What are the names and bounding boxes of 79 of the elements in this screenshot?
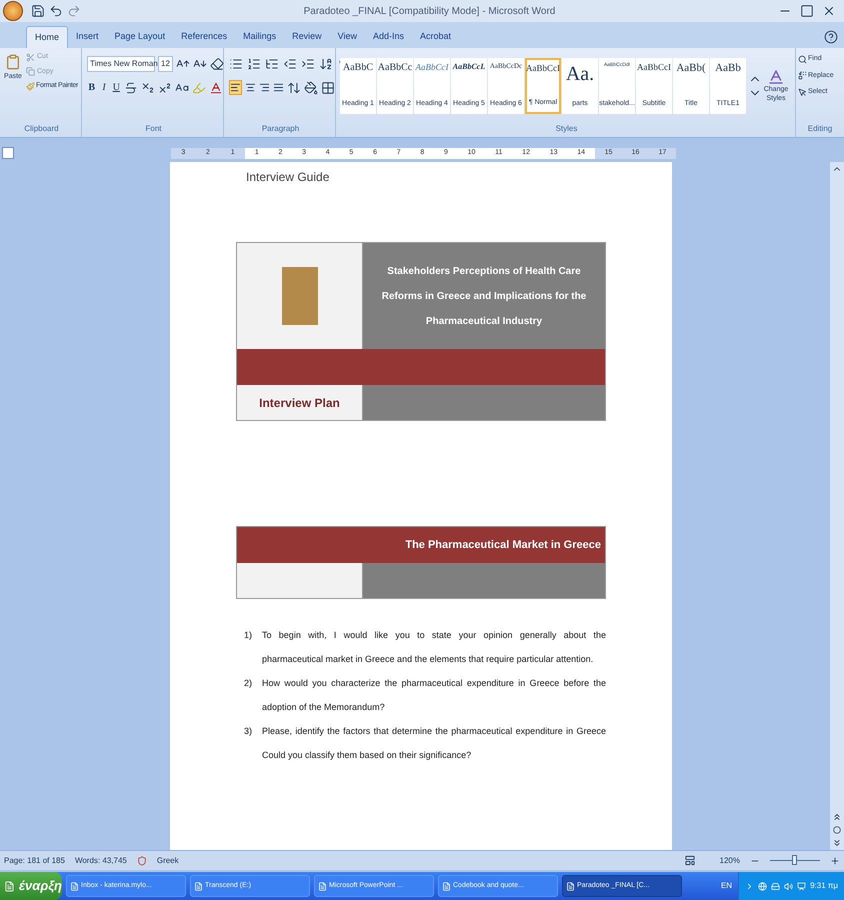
- input-language[interactable]: EN: [720, 880, 732, 892]
- group-label: Clipboard: [23, 123, 60, 135]
- underline-button[interactable]: U: [112, 80, 121, 95]
- strikethrough-icon[interactable]: [124, 80, 138, 94]
- increase-indent-icon[interactable]: [301, 57, 315, 71]
- ribbon-tab[interactable]: Insert: [68, 26, 107, 48]
- list-number: 2): [244, 677, 254, 690]
- borders-icon[interactable]: [321, 80, 335, 94]
- document-title: Stakeholders Perceptions of Health Care Reforms in Greece and Implications for the Pharmaceutical Industry: [380, 264, 588, 328]
- app-icon: [442, 882, 451, 890]
- zoom-in-icon[interactable]: [830, 856, 840, 866]
- superscript-icon[interactable]: [158, 80, 172, 94]
- photo-placeholder: [282, 267, 318, 325]
- monitor-icon[interactable]: [797, 882, 806, 890]
- zoom-slider-thumb[interactable]: [792, 855, 797, 865]
- ribbon-tab[interactable]: Review: [284, 26, 330, 48]
- ribbon-tab[interactable]: Acrobat: [412, 26, 460, 48]
- table-cell-text: Interview Plan: [259, 394, 340, 412]
- cursor-icon: [798, 88, 807, 97]
- sort-icon[interactable]: [319, 57, 333, 71]
- app-icon: [194, 882, 203, 890]
- align-button[interactable]: [229, 80, 242, 95]
- question-text: To begin with, I would like you to state your opinion generally about the pharmaceutical market in Greece and the elements that require particular attention.: [262, 629, 606, 666]
- app-icon: [566, 882, 575, 890]
- restore-icon[interactable]: [800, 4, 814, 18]
- ribbon-tab[interactable]: Page Layout: [106, 26, 174, 48]
- shading-icon[interactable]: [304, 80, 318, 94]
- font-size-field[interactable]: 12: [158, 56, 173, 72]
- browse-object-icon[interactable]: [833, 826, 841, 834]
- app-icon: [318, 882, 327, 890]
- question-text: Please, identify the factors that determine the pharmaceutical expenditure in Greece Could you classify them based on their significance?: [262, 725, 606, 762]
- window-title: Paradoteo _FINAL [Compatibility Mode] - Microsoft Word: [302, 4, 556, 18]
- group-label: Styles: [554, 123, 578, 135]
- line-spacing-icon[interactable]: [287, 80, 301, 94]
- app-icon: [70, 882, 79, 890]
- list-number: 1): [244, 629, 254, 642]
- next-page-icon[interactable]: [832, 838, 842, 848]
- ribbon-tab[interactable]: View: [330, 26, 365, 48]
- page-count[interactable]: Page: 181 of 185: [4, 854, 65, 866]
- scissors-icon: [26, 52, 35, 62]
- font-name-field[interactable]: Times New Roman: [87, 56, 155, 72]
- device-icon[interactable]: [771, 882, 780, 890]
- ribbon-tab[interactable]: References: [173, 26, 236, 48]
- ribbon-tab[interactable]: Home: [26, 26, 68, 48]
- help-icon[interactable]: [824, 30, 838, 44]
- page-header: Interview Guide: [245, 169, 330, 186]
- copy-icon: [26, 67, 35, 76]
- decrease-indent-icon[interactable]: [283, 57, 297, 71]
- zoom-level[interactable]: 120%: [720, 854, 740, 866]
- close-icon[interactable]: [822, 4, 836, 18]
- proofing-icon[interactable]: [136, 856, 147, 866]
- group-label: Font: [144, 123, 162, 135]
- tab-selector-icon[interactable]: [2, 147, 14, 159]
- clear-formatting-icon[interactable]: [210, 57, 224, 71]
- font-color-icon[interactable]: [208, 80, 223, 94]
- word-count[interactable]: Words: 43,745: [74, 854, 127, 866]
- question-text: How would you characterize the pharmaceutical expenditure in Greece before the adoption of the Memorandum?: [262, 677, 606, 714]
- paintbrush-icon: [26, 82, 35, 91]
- clipboard-icon: [5, 52, 21, 72]
- language-indicator[interactable]: Greek: [156, 854, 179, 866]
- group-label: Editing: [806, 123, 834, 135]
- subscript-icon[interactable]: [140, 80, 155, 94]
- ribbon-tab[interactable]: Mailings: [235, 26, 284, 48]
- search-icon: [798, 54, 807, 64]
- section-title: The Pharmaceutical Market in Greece: [405, 538, 601, 553]
- undo-icon[interactable]: [49, 4, 63, 18]
- list-number: 3): [244, 725, 254, 738]
- group-label: Paragraph: [260, 123, 300, 135]
- multilevel-list-icon[interactable]: [265, 57, 279, 71]
- volume-icon[interactable]: [784, 882, 794, 890]
- network-icon[interactable]: [758, 882, 768, 890]
- replace-icon: [798, 71, 807, 80]
- numbering-icon[interactable]: [247, 57, 261, 71]
- ribbon-tab[interactable]: Add-Ins: [365, 26, 412, 48]
- italic-button[interactable]: I: [99, 80, 109, 95]
- change-styles-icon: [767, 68, 785, 86]
- previous-page-icon[interactable]: [832, 812, 842, 822]
- save-icon[interactable]: [31, 4, 45, 18]
- bold-button[interactable]: B: [87, 80, 96, 95]
